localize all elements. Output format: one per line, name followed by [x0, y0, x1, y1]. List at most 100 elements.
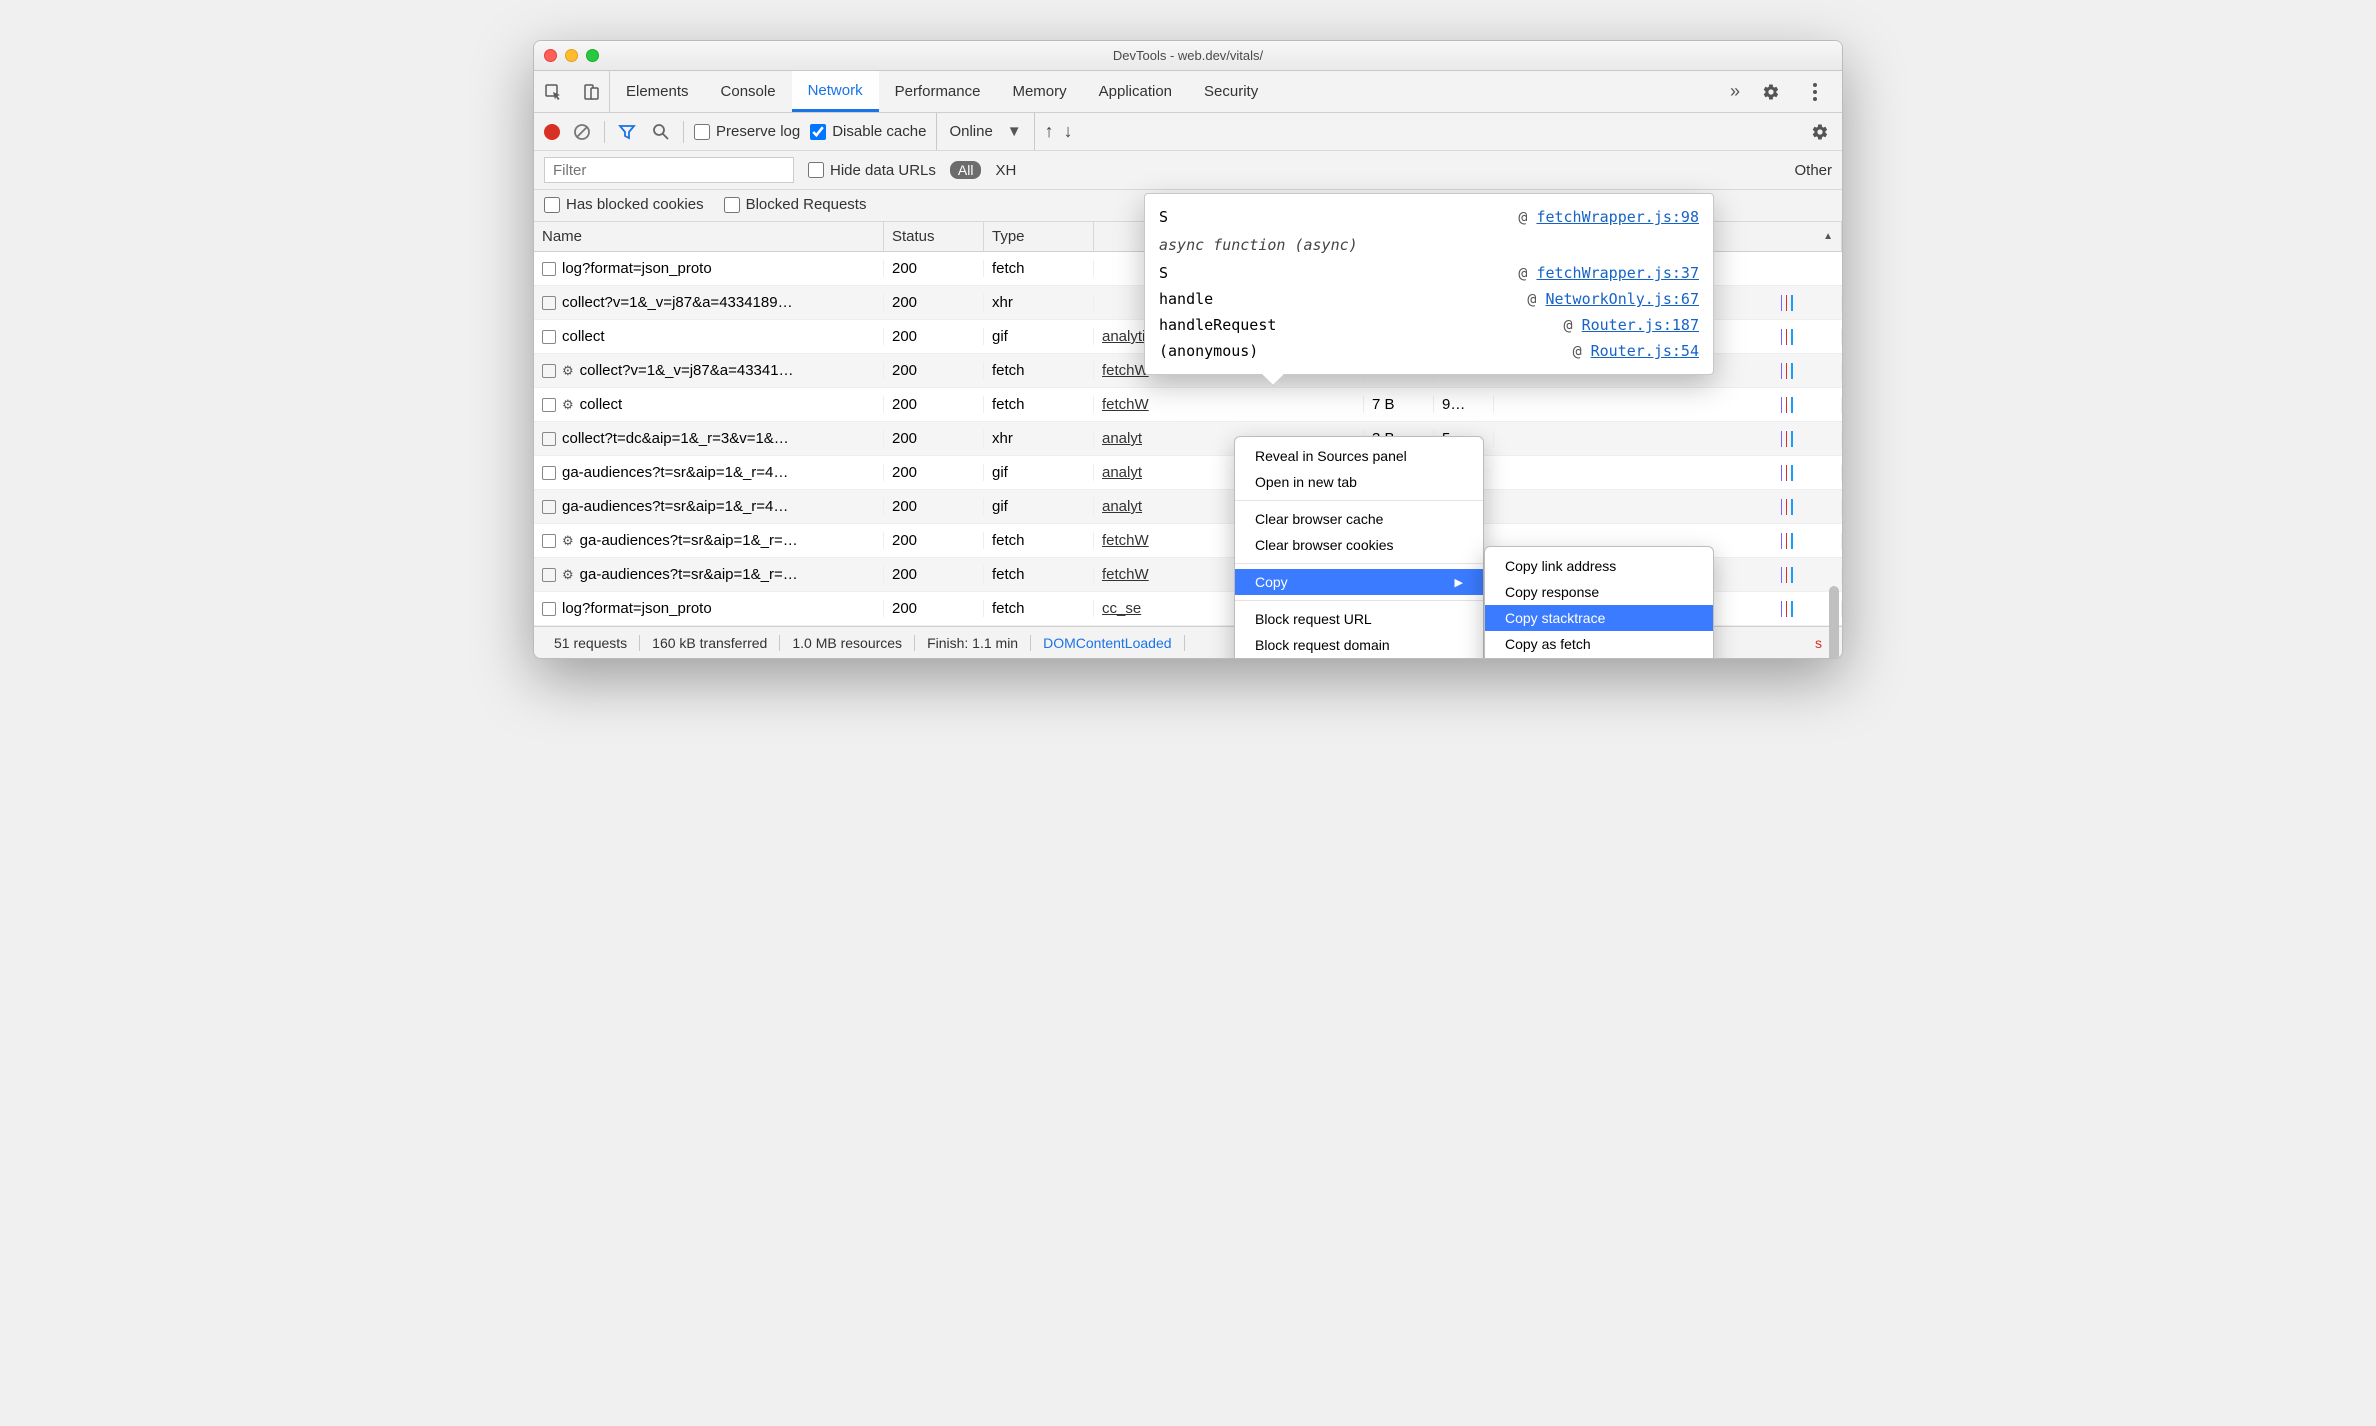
request-waterfall [1494, 499, 1842, 515]
device-toolbar-icon[interactable] [572, 71, 610, 112]
service-worker-gear-icon: ⚙ [562, 397, 574, 413]
file-icon [542, 330, 556, 344]
menu-item[interactable]: Reveal in Sources panel [1235, 443, 1483, 469]
filter-type-all[interactable]: All [950, 161, 982, 179]
hide-data-urls-input[interactable] [808, 162, 824, 178]
menu-item[interactable]: Clear browser cookies [1235, 532, 1483, 558]
network-settings-icon[interactable] [1808, 120, 1832, 144]
filter-type-xhr[interactable]: XH [995, 162, 1016, 179]
stack-fn: S [1159, 264, 1168, 282]
hide-data-urls-label: Hide data URLs [830, 162, 936, 179]
file-icon [542, 534, 556, 548]
col-type[interactable]: Type [984, 222, 1094, 251]
filter-toggle-icon[interactable] [615, 120, 639, 144]
menu-item[interactable]: Copy▶ [1235, 569, 1483, 595]
menu-item[interactable]: Open in new tab [1235, 469, 1483, 495]
stack-fn: (anonymous) [1159, 342, 1258, 360]
settings-icon[interactable] [1752, 83, 1790, 101]
disable-cache-checkbox[interactable]: Disable cache [810, 123, 926, 140]
request-type: xhr [984, 294, 1094, 311]
request-type: fetch [984, 566, 1094, 583]
col-status[interactable]: Status [884, 222, 984, 251]
copy-submenu: Copy link addressCopy responseCopy stack… [1484, 546, 1714, 659]
tab-console[interactable]: Console [705, 71, 792, 112]
clear-log-icon[interactable] [570, 120, 594, 144]
request-initiator[interactable]: fetchW [1094, 396, 1364, 413]
kebab-menu-icon[interactable] [1796, 83, 1834, 101]
download-har-icon[interactable]: ↓ [1064, 121, 1073, 142]
panel-tabs: ElementsConsoleNetworkPerformanceMemoryA… [610, 71, 1724, 112]
table-row[interactable]: ga-audiences?t=sr&aip=1&_r=4…200gifanaly… [534, 456, 1842, 490]
more-tabs-icon[interactable]: » [1724, 81, 1746, 102]
request-type: gif [984, 464, 1094, 481]
request-name: ga-audiences?t=sr&aip=1&_r=… [580, 532, 798, 549]
stack-source-link[interactable]: NetworkOnly.js:67 [1545, 290, 1699, 308]
blocked-requests-input[interactable] [724, 197, 740, 213]
table-row[interactable]: collect?t=dc&aip=1&_r=3&v=1&…200xhranaly… [534, 422, 1842, 456]
inspect-element-icon[interactable] [534, 71, 572, 112]
disable-cache-input[interactable] [810, 124, 826, 140]
submenu-item[interactable]: Copy response [1485, 579, 1713, 605]
stack-frame: handle@ NetworkOnly.js:67 [1159, 286, 1699, 312]
request-status: 200 [884, 430, 984, 447]
upload-har-icon[interactable]: ↑ [1045, 121, 1054, 142]
file-icon [542, 466, 556, 480]
stack-source-link[interactable]: Router.js:187 [1582, 316, 1699, 334]
filter-type-other[interactable]: Other [1794, 162, 1832, 179]
file-icon [542, 500, 556, 514]
file-icon [542, 262, 556, 276]
record-button[interactable] [544, 124, 560, 140]
menu-item[interactable]: Block request URL [1235, 606, 1483, 632]
request-name: log?format=json_proto [562, 600, 712, 617]
window-title: DevTools - web.dev/vitals/ [534, 48, 1842, 63]
menu-item-label: Clear browser cache [1255, 511, 1383, 527]
request-name: collect?v=1&_v=j87&a=43341… [580, 362, 794, 379]
has-blocked-cookies-input[interactable] [544, 197, 560, 213]
submenu-item[interactable]: Copy as fetch [1485, 631, 1713, 657]
preserve-log-input[interactable] [694, 124, 710, 140]
disable-cache-label: Disable cache [832, 123, 926, 140]
col-name[interactable]: Name [534, 222, 884, 251]
tab-performance[interactable]: Performance [879, 71, 997, 112]
file-icon [542, 568, 556, 582]
stack-source-link[interactable]: fetchWrapper.js:37 [1536, 264, 1699, 282]
throttling-select[interactable]: Online ▼ [936, 113, 1034, 150]
request-status: 200 [884, 396, 984, 413]
tab-application[interactable]: Application [1083, 71, 1188, 112]
submenu-item[interactable]: Copy as Node.js fetch [1485, 657, 1713, 659]
request-type: fetch [984, 362, 1094, 379]
search-icon[interactable] [649, 120, 673, 144]
scrollbar-thumb[interactable] [1829, 586, 1839, 659]
status-domcontentloaded: DOMContentLoaded [1031, 635, 1184, 651]
stack-at: @ [1573, 342, 1591, 360]
has-blocked-cookies-checkbox[interactable]: Has blocked cookies [544, 196, 704, 213]
service-worker-gear-icon: ⚙ [562, 567, 574, 583]
filter-input[interactable] [544, 157, 794, 183]
request-waterfall [1494, 465, 1842, 481]
request-size: 7 B [1364, 396, 1434, 413]
preserve-log-checkbox[interactable]: Preserve log [694, 123, 800, 140]
stack-source-link[interactable]: Router.js:54 [1591, 342, 1699, 360]
stack-source-link[interactable]: fetchWrapper.js:98 [1536, 208, 1699, 226]
hide-data-urls-checkbox[interactable]: Hide data URLs [808, 162, 936, 179]
status-requests: 51 requests [542, 635, 640, 651]
tab-network[interactable]: Network [792, 71, 879, 112]
status-finish: Finish: 1.1 min [915, 635, 1031, 651]
request-name: collect [580, 396, 623, 413]
submenu-item[interactable]: Copy link address [1485, 553, 1713, 579]
request-type: gif [984, 498, 1094, 515]
request-status: 200 [884, 566, 984, 583]
submenu-item[interactable]: Copy stacktrace [1485, 605, 1713, 631]
menu-item-label: Open in new tab [1255, 474, 1357, 490]
menu-item[interactable]: Clear browser cache [1235, 506, 1483, 532]
menu-item-label: Block request URL [1255, 611, 1372, 627]
blocked-requests-checkbox[interactable]: Blocked Requests [724, 196, 867, 213]
throttling-value: Online [949, 123, 992, 140]
menu-item[interactable]: Block request domain [1235, 632, 1483, 658]
request-waterfall [1494, 397, 1842, 413]
tab-memory[interactable]: Memory [996, 71, 1082, 112]
tab-elements[interactable]: Elements [610, 71, 705, 112]
table-row[interactable]: ⚙collect200fetchfetchW7 B9… [534, 388, 1842, 422]
table-row[interactable]: ga-audiences?t=sr&aip=1&_r=4…200gifanaly… [534, 490, 1842, 524]
tab-security[interactable]: Security [1188, 71, 1274, 112]
